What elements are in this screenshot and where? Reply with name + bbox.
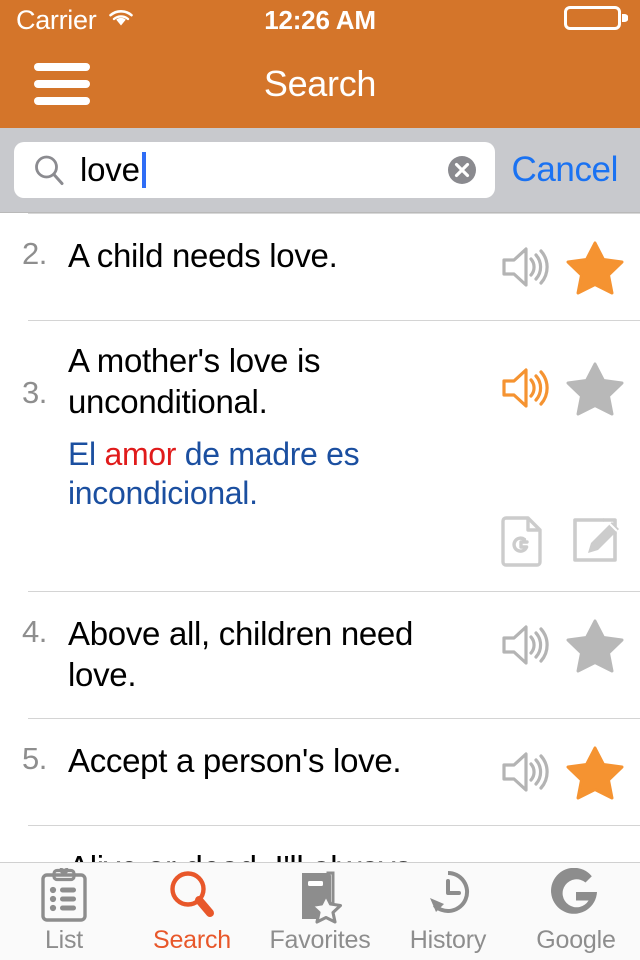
star-icon[interactable] bbox=[564, 236, 626, 298]
table-row[interactable]: 4. Above all, children need love. bbox=[0, 592, 640, 718]
clock-label: 12:26 AM bbox=[264, 4, 376, 35]
result-number: 4. bbox=[22, 613, 47, 649]
row-actions bbox=[476, 848, 626, 862]
cancel-button[interactable]: Cancel bbox=[505, 150, 626, 190]
result-number: 2. bbox=[22, 236, 47, 271]
result-body: Accept a person's love. bbox=[68, 741, 476, 782]
row-actions bbox=[476, 741, 626, 803]
tab-list[interactable]: List bbox=[0, 863, 128, 960]
table-row[interactable]: 6. Alive or dead, I'll always love you. bbox=[0, 826, 640, 862]
result-body: A child needs love. bbox=[68, 236, 476, 277]
result-body: A mother's love is unconditional. El amo… bbox=[68, 341, 476, 513]
result-sentence: Accept a person's love. bbox=[68, 741, 402, 779]
table-row[interactable]: 5. Accept a person's love. bbox=[0, 719, 640, 825]
result-sentence: Alive or dead, I'll always love you. bbox=[68, 848, 476, 862]
tab-favorites[interactable]: Favorites bbox=[256, 863, 384, 960]
result-body: Alive or dead, I'll always love you. bbox=[68, 848, 476, 862]
app-screen: Carrier 12:26 AM Search love Cancel 2. A… bbox=[0, 0, 640, 960]
edit-note-icon[interactable] bbox=[564, 509, 626, 571]
result-sentence: A mother's love is unconditional. bbox=[68, 342, 321, 420]
clipboard-list-icon bbox=[38, 868, 90, 924]
result-sentence: A child needs love. bbox=[68, 237, 338, 274]
result-body: Above all, children need love. bbox=[68, 614, 476, 696]
star-icon[interactable] bbox=[564, 357, 626, 419]
tab-search[interactable]: Search bbox=[128, 863, 256, 960]
result-sentence: Above all, children need love. bbox=[68, 614, 414, 693]
result-number: 6. bbox=[22, 848, 68, 862]
row-actions bbox=[476, 341, 626, 419]
star-icon[interactable] bbox=[564, 614, 626, 676]
speaker-icon[interactable] bbox=[492, 614, 554, 676]
star-icon[interactable] bbox=[564, 741, 626, 803]
search-input[interactable]: love bbox=[14, 142, 496, 198]
google-g-icon bbox=[550, 868, 602, 924]
translation-highlight: amor bbox=[104, 435, 177, 472]
page-title: Search bbox=[263, 63, 377, 104]
speaker-icon[interactable] bbox=[492, 741, 554, 803]
row-actions bbox=[476, 236, 626, 298]
tab-label: Favorites bbox=[269, 926, 371, 954]
tab-label: History bbox=[409, 926, 487, 954]
table-row[interactable]: 3. A mother's love is unconditional. El … bbox=[0, 321, 640, 513]
row-actions bbox=[476, 614, 626, 676]
text-caret bbox=[141, 152, 146, 188]
magnifier-icon bbox=[166, 868, 218, 924]
search-input-value: love bbox=[80, 151, 146, 189]
row-secondary-actions bbox=[0, 509, 640, 591]
clear-search-button[interactable] bbox=[445, 153, 479, 187]
result-translation: El amor de madre es incondicional. bbox=[68, 435, 476, 513]
result-number: 3. bbox=[22, 375, 47, 410]
navigation-bar: Search bbox=[0, 40, 640, 128]
tab-google[interactable]: Google bbox=[512, 863, 640, 960]
tab-label: Google bbox=[536, 926, 616, 954]
google-doc-icon[interactable] bbox=[492, 509, 554, 571]
tab-label: Search bbox=[152, 926, 231, 954]
result-number: 5. bbox=[22, 740, 47, 776]
speaker-icon[interactable] bbox=[492, 357, 554, 419]
search-bar: love Cancel bbox=[0, 128, 640, 212]
status-bar-right bbox=[564, 4, 629, 37]
status-bar: Carrier 12:26 AM bbox=[0, 0, 640, 40]
speaker-icon[interactable] bbox=[492, 236, 554, 298]
table-row[interactable]: 2. A child needs love. bbox=[0, 214, 640, 320]
search-icon bbox=[32, 153, 66, 187]
results-list[interactable]: 2. A child needs love. 3. A mother's lov… bbox=[0, 212, 640, 862]
search-text: love bbox=[80, 151, 140, 188]
tab-bar: List Search Favorites History Google bbox=[0, 862, 640, 960]
clock-back-icon bbox=[422, 868, 474, 924]
book-star-icon bbox=[294, 868, 346, 924]
tab-label: List bbox=[44, 926, 84, 954]
battery-icon bbox=[564, 4, 629, 37]
translation-prefix: El bbox=[68, 435, 105, 472]
tab-history[interactable]: History bbox=[384, 863, 512, 960]
